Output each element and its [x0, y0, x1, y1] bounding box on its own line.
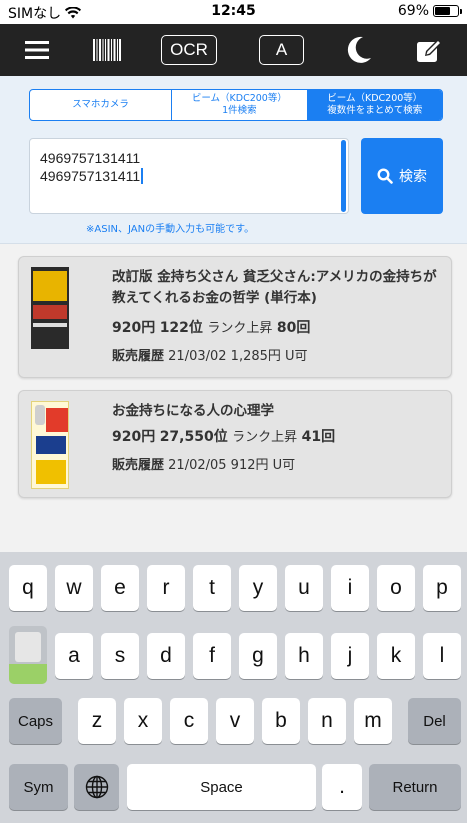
edit-icon[interactable] [414, 24, 446, 76]
tab-phone-camera[interactable]: スマホカメラ [30, 90, 173, 120]
status-bar: SIMなし 12:45 69% [0, 0, 467, 24]
app-toolbar: OCR A [0, 24, 467, 76]
book-cover-image [31, 267, 69, 349]
key-q[interactable]: q [9, 565, 47, 611]
book-rank: 122位 [159, 320, 203, 336]
rank-up-label: ランク上昇 [207, 321, 273, 336]
rank-up-label: ランク上昇 [232, 430, 298, 445]
history-value: 21/03/02 1,285円 U可 [168, 349, 308, 364]
key-s[interactable]: s [101, 633, 139, 679]
tab-label: ビーム（KDC200等） [327, 93, 423, 104]
globe-icon [85, 775, 108, 799]
key-c[interactable]: c [170, 698, 208, 744]
key-o[interactable]: o [377, 565, 415, 611]
tab-label: スマホカメラ [72, 99, 129, 110]
key-r[interactable]: r [147, 565, 185, 611]
search-icon [377, 168, 393, 184]
key-v[interactable]: v [216, 698, 254, 744]
key-a[interactable]: a [55, 633, 93, 679]
search-panel: スマホカメラ ビーム（KDC200等） 1件検索 ビーム（KDC200等） 複数… [0, 76, 467, 244]
period-key[interactable]: . [322, 764, 362, 810]
scanner-thumbnail[interactable] [9, 626, 47, 684]
key-e[interactable]: e [101, 565, 139, 611]
key-i[interactable]: i [331, 565, 369, 611]
barcode-icon[interactable] [90, 24, 124, 76]
tab-beam-multiple[interactable]: ビーム（KDC200等） 複数件をまとめて検索 [307, 90, 442, 120]
tab-label: ビーム（KDC200等） [191, 93, 287, 104]
search-button-label: 検索 [399, 169, 427, 185]
history-label: 販売履歴 [112, 458, 165, 473]
key-m[interactable]: m [354, 698, 392, 744]
tab-beam-single[interactable]: ビーム（KDC200等） 1件検索 [172, 90, 308, 120]
sales-history: 販売履歴 21/03/02 1,285円 U可 [112, 345, 442, 364]
history-value: 21/02/05 912円 U可 [168, 458, 296, 473]
key-j[interactable]: j [331, 633, 369, 679]
book-rank: 27,550位 [159, 429, 228, 445]
caps-key[interactable]: Caps [9, 698, 62, 744]
font-toggle-label: A [259, 35, 304, 65]
key-n[interactable]: n [308, 698, 346, 744]
key-p[interactable]: p [423, 565, 461, 611]
tab-sublabel: 1件検索 [222, 105, 257, 116]
rank-up-count: 80回 [276, 320, 311, 336]
search-button[interactable]: 検索 [361, 138, 443, 214]
book-title: お金持ちになる人の心理学 [112, 403, 274, 419]
input-hint: ※ASIN、JANの手動入力も可能です。 [86, 224, 255, 235]
book-stats: 920円 122位 ランク上昇 80回 [112, 317, 442, 337]
key-y[interactable]: y [239, 565, 277, 611]
key-z[interactable]: z [78, 698, 116, 744]
input-scrollbar[interactable] [341, 140, 346, 212]
moon-icon[interactable] [344, 24, 374, 76]
code-input[interactable]: 4969757131411 4969757131411 [29, 138, 349, 214]
ocr-button[interactable]: OCR [161, 24, 217, 76]
result-card[interactable]: 改訂版 金持ち父さん 貧乏父さん:アメリカの金持ちが教えてくれるお金の哲学 (単… [18, 256, 452, 378]
key-k[interactable]: k [377, 633, 415, 679]
font-toggle-button[interactable]: A [259, 24, 304, 76]
result-card[interactable]: お金持ちになる人の心理学 920円 27,550位 ランク上昇 41回 販売履歴… [18, 390, 452, 498]
on-screen-keyboard: q w e r t y u i o p a s d f g h j k l Ca… [0, 552, 467, 823]
book-price: 920円 [112, 429, 156, 445]
key-x[interactable]: x [124, 698, 162, 744]
battery-icon [433, 5, 462, 17]
key-h[interactable]: h [285, 633, 323, 679]
key-d[interactable]: d [147, 633, 185, 679]
space-key[interactable]: Space [127, 764, 316, 810]
ocr-label: OCR [161, 35, 217, 65]
book-stats: 920円 27,550位 ランク上昇 41回 [112, 426, 442, 446]
return-key[interactable]: Return [369, 764, 461, 810]
key-f[interactable]: f [193, 633, 231, 679]
key-g[interactable]: g [239, 633, 277, 679]
scan-mode-tabs: スマホカメラ ビーム（KDC200等） 1件検索 ビーム（KDC200等） 複数… [29, 89, 443, 121]
key-t[interactable]: t [193, 565, 231, 611]
battery-percent: 69% [397, 3, 429, 19]
tab-sublabel: 複数件をまとめて検索 [327, 105, 423, 116]
sales-history: 販売履歴 21/02/05 912円 U可 [112, 454, 442, 473]
book-cover-image [31, 401, 69, 489]
code-line: 4969757131411 [40, 150, 141, 166]
key-w[interactable]: w [55, 565, 93, 611]
text-cursor [141, 168, 144, 184]
history-label: 販売履歴 [112, 349, 165, 364]
key-l[interactable]: l [423, 633, 461, 679]
code-line: 4969757131411 [40, 168, 141, 184]
key-u[interactable]: u [285, 565, 323, 611]
symbols-key[interactable]: Sym [9, 764, 68, 810]
globe-key[interactable] [74, 764, 119, 810]
rank-up-count: 41回 [301, 429, 336, 445]
key-b[interactable]: b [262, 698, 300, 744]
book-price: 920円 [112, 320, 156, 336]
delete-key[interactable]: Del [408, 698, 461, 744]
menu-icon[interactable] [24, 24, 50, 76]
book-title: 改訂版 金持ち父さん 貧乏父さん:アメリカの金持ちが教えてくれるお金の哲学 (単… [112, 269, 437, 306]
